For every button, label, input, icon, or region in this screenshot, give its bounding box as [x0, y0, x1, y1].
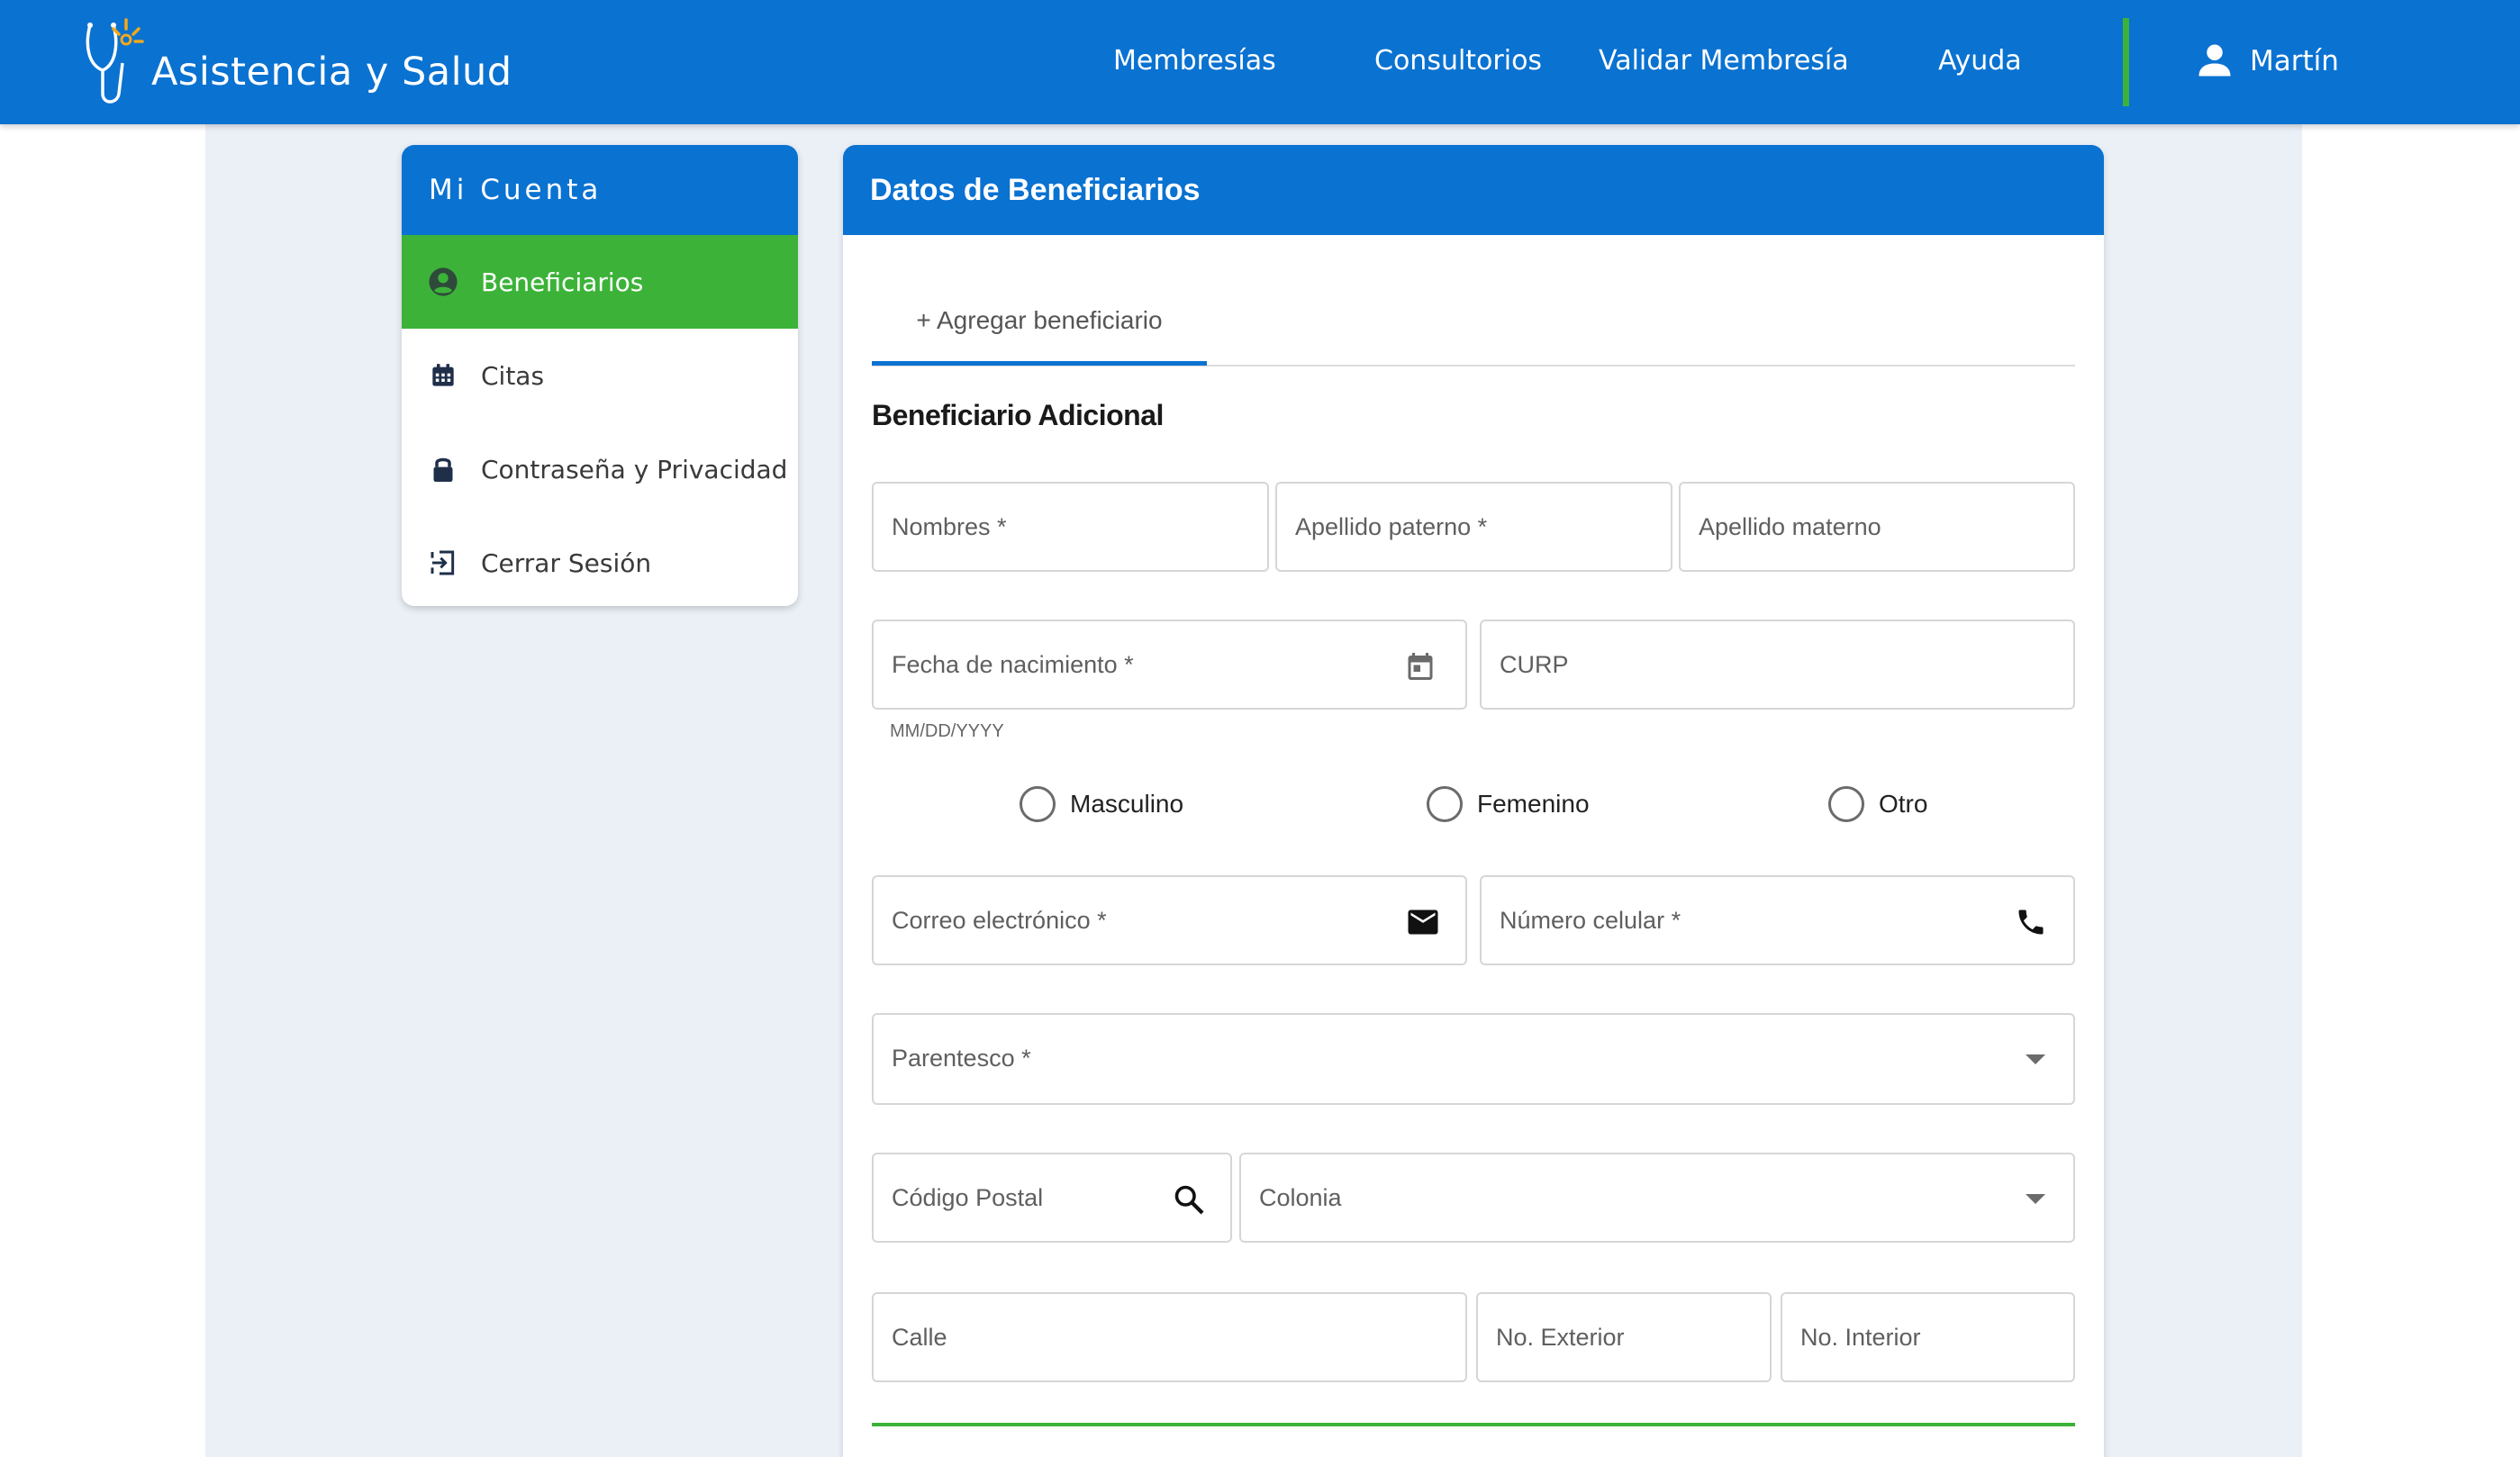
account-sidebar: Mi Cuenta Beneficiarios Citas Contraseña…: [402, 145, 798, 606]
field-label: Número celular *: [1500, 907, 1682, 934]
calendar-icon[interactable]: [1402, 648, 1438, 684]
chevron-down-icon: [2017, 1042, 2053, 1078]
account-circle-icon: [427, 266, 459, 298]
radio-masculino[interactable]: Masculino: [1020, 786, 1183, 822]
radio-label: Otro: [1879, 790, 1928, 818]
user-name[interactable]: Martín: [2250, 43, 2339, 79]
mail-icon: [1405, 904, 1441, 940]
logout-icon: [427, 547, 459, 579]
nav-membresias[interactable]: Membresías: [1113, 43, 1276, 79]
nav-consultorios[interactable]: Consultorios: [1374, 43, 1542, 79]
section-title: Beneficiario Adicional: [872, 399, 1164, 431]
field-label: Apellido paterno *: [1295, 513, 1488, 540]
sidebar-item-cerrar-sesion[interactable]: Cerrar Sesión: [402, 516, 798, 606]
search-icon[interactable]: [1171, 1181, 1207, 1217]
sidebar-item-label: Beneficiarios: [481, 267, 644, 297]
sidebar-item-label: Citas: [481, 360, 545, 391]
radio-circle[interactable]: [1427, 786, 1463, 822]
curp-field[interactable]: CURP: [1480, 620, 2075, 710]
nombres-field[interactable]: Nombres *: [872, 482, 1269, 572]
no-exterior-field[interactable]: No. Exterior: [1476, 1292, 1772, 1382]
brand-logo[interactable]: Asistencia y Salud: [83, 18, 512, 108]
fecha-helper-text: MM/DD/YYYY: [890, 721, 1004, 741]
field-label: No. Interior: [1800, 1324, 1921, 1351]
phone-icon: [2013, 904, 2049, 940]
user-icon[interactable]: [2196, 40, 2234, 81]
fecha-nacimiento-field[interactable]: Fecha de nacimiento *: [872, 620, 1467, 710]
codigo-postal-field[interactable]: Código Postal: [872, 1153, 1232, 1243]
brand-name: Asistencia y Salud: [151, 50, 512, 95]
radio-label: Femenino: [1477, 790, 1590, 818]
field-label: Código Postal: [892, 1184, 1044, 1211]
beneficiarios-card: Datos de Beneficiarios + Agregar benefic…: [843, 145, 2104, 1457]
sidebar-title: Mi Cuenta: [402, 145, 798, 235]
nav-validar-membresia[interactable]: Validar Membresía: [1599, 43, 1849, 79]
lock-icon: [427, 453, 459, 485]
radio-circle[interactable]: [1020, 786, 1056, 822]
parentesco-select[interactable]: Parentesco *: [872, 1013, 2075, 1105]
sidebar-item-label: Cerrar Sesión: [481, 548, 652, 578]
stethoscope-logo-icon: [86, 18, 144, 104]
field-label: Correo electrónico *: [892, 907, 1107, 934]
nav-divider: [2123, 18, 2129, 106]
tab-agregar-beneficiario[interactable]: + Agregar beneficiario: [872, 303, 1207, 339]
no-interior-field[interactable]: No. Interior: [1781, 1292, 2075, 1382]
nav-ayuda[interactable]: Ayuda: [1938, 43, 2022, 79]
correo-field[interactable]: Correo electrónico *: [872, 875, 1467, 965]
tab-active-indicator: [872, 361, 1207, 366]
apellido-paterno-field[interactable]: Apellido paterno *: [1275, 482, 1672, 572]
field-label: Fecha de nacimiento *: [892, 651, 1134, 678]
field-label: Apellido materno: [1699, 513, 1881, 540]
radio-label: Masculino: [1070, 790, 1184, 818]
sidebar-item-label: Contraseña y Privacidad: [481, 454, 788, 484]
calle-field[interactable]: Calle: [872, 1292, 1467, 1382]
field-label: Calle: [892, 1324, 947, 1351]
calendar-icon: [427, 359, 459, 392]
field-label: Colonia: [1259, 1184, 1342, 1211]
section-divider: [872, 1423, 2075, 1426]
field-label: No. Exterior: [1496, 1324, 1625, 1351]
colonia-select[interactable]: Colonia: [1239, 1153, 2075, 1243]
radio-circle[interactable]: [1828, 786, 1864, 822]
radio-femenino[interactable]: Femenino: [1427, 786, 1590, 822]
field-label: CURP: [1500, 651, 1569, 678]
apellido-materno-field[interactable]: Apellido materno: [1679, 482, 2075, 572]
field-label: Nombres *: [892, 513, 1007, 540]
chevron-down-icon: [2017, 1181, 2053, 1217]
sidebar-item-citas[interactable]: Citas: [402, 329, 798, 422]
field-label: Parentesco *: [892, 1045, 1031, 1072]
radio-otro[interactable]: Otro: [1828, 786, 1927, 822]
sidebar-item-beneficiarios[interactable]: Beneficiarios: [402, 235, 798, 329]
sidebar-item-contrasena[interactable]: Contraseña y Privacidad: [402, 422, 798, 516]
celular-field[interactable]: Número celular *: [1480, 875, 2075, 965]
card-title: Datos de Beneficiarios: [843, 145, 2104, 235]
top-navbar: Asistencia y Salud Membresías Consultori…: [0, 0, 2520, 124]
